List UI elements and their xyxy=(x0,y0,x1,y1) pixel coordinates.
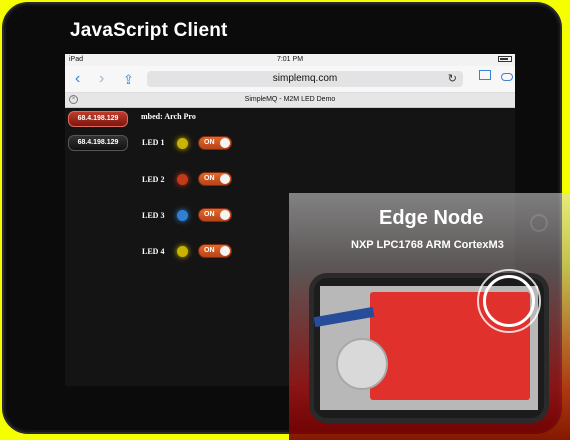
led-3-label: LED 3 xyxy=(142,211,165,220)
bookmarks-icon[interactable] xyxy=(479,70,491,80)
led-4-indicator-icon xyxy=(177,246,188,257)
led-4-toggle[interactable]: ON xyxy=(198,244,232,258)
reload-icon[interactable]: ↻ xyxy=(448,72,457,85)
ip-button-2[interactable]: 68.4.198.129 xyxy=(68,135,128,151)
led-4-state: ON xyxy=(204,247,215,254)
coin xyxy=(336,338,388,390)
ip-button-1[interactable]: 68.4.198.129 xyxy=(68,111,128,127)
device-title: mbed: Arch Pro xyxy=(141,112,196,121)
back-icon[interactable]: ‹ xyxy=(75,70,80,88)
url-text: simplemq.com xyxy=(272,73,338,84)
toggle-knob xyxy=(220,210,230,220)
cloud-tabs-icon[interactable] xyxy=(501,73,513,81)
toggle-knob xyxy=(220,138,230,148)
led-1-state: ON xyxy=(204,139,215,146)
led-1-toggle[interactable]: ON xyxy=(198,136,232,150)
led-1-indicator-icon xyxy=(177,138,188,149)
edge-node-title: Edge Node xyxy=(379,207,484,229)
status-time: 7:01 PM xyxy=(276,56,304,63)
ethernet-cable xyxy=(314,306,375,328)
led-2-label: LED 2 xyxy=(142,175,165,184)
led-2-state: ON xyxy=(204,175,215,182)
browser-toolbar: ‹ › ⇪ simplemq.com ↻ xyxy=(65,66,515,93)
led-1-label: LED 1 xyxy=(142,138,165,147)
edge-node-panel: Edge Node NXP LPC1768 ARM CortexM3 xyxy=(289,193,570,440)
led-2-toggle[interactable]: ON xyxy=(198,172,232,186)
led-3-indicator-icon xyxy=(177,210,188,221)
address-bar[interactable]: simplemq.com ↻ xyxy=(147,71,463,87)
status-bar: iPad 7:01 PM xyxy=(65,54,515,66)
battery-icon xyxy=(498,56,512,62)
led-3-toggle[interactable]: ON xyxy=(198,208,232,222)
led-2-indicator-icon xyxy=(177,174,188,185)
highlight-circle xyxy=(483,275,535,327)
page-title: JavaScript Client xyxy=(70,20,228,41)
led-3-state: ON xyxy=(204,211,215,218)
edge-node-subtitle: NXP LPC1768 ARM CortexM3 xyxy=(351,239,504,251)
toggle-knob xyxy=(220,246,230,256)
share-icon[interactable]: ⇪ xyxy=(123,72,134,88)
led-4-label: LED 4 xyxy=(142,247,165,256)
forward-icon[interactable]: › xyxy=(99,70,104,88)
tab-bar: × SimpleMQ - M2M LED Demo xyxy=(65,93,515,108)
tab-title[interactable]: SimpleMQ - M2M LED Demo xyxy=(65,96,515,103)
toggle-knob xyxy=(220,174,230,184)
